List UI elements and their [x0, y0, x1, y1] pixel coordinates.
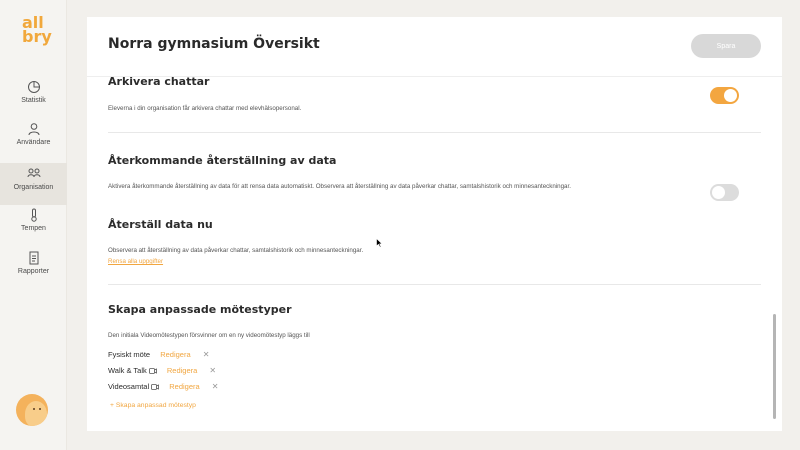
- toggle-knob: [724, 89, 737, 102]
- section-desc-meeting-types: Den initiala Videomötestypen försvinner …: [108, 332, 310, 339]
- section-title-meeting-types: Skapa anpassade mötestyper: [108, 303, 292, 316]
- sidebar-item-label: Användare: [16, 139, 51, 146]
- add-meeting-type-button[interactable]: + Skapa anpassad mötestyp: [110, 402, 196, 409]
- video-camera-icon: [148, 368, 157, 374]
- section-desc-archive: Eleverna i din organisation får arkivera…: [108, 105, 302, 112]
- meeting-type-row: Videosamtal Redigera ✕: [108, 382, 218, 394]
- sidebar-item-tempen[interactable]: Tempen: [0, 208, 67, 250]
- close-icon[interactable]: ✕: [203, 350, 210, 359]
- avatar-eye: [39, 408, 41, 410]
- allbry-logo[interactable]: all bry: [22, 15, 52, 46]
- meeting-type-name: Walk & Talk: [108, 366, 147, 375]
- page-title: Norra gymnasium Översikt: [108, 36, 320, 52]
- close-icon[interactable]: ✕: [209, 366, 216, 375]
- meeting-type-row: Fysiskt möte Redigera ✕: [108, 350, 209, 362]
- meeting-type-row: Walk & Talk Redigera ✕: [108, 366, 216, 378]
- section-desc-recurring-reset: Aktivera återkommande återställning av d…: [108, 183, 571, 190]
- sidebar-item-label: Statistik: [21, 97, 46, 104]
- edit-meeting-type-button[interactable]: Redigera: [169, 382, 199, 391]
- meeting-type-name: Videosamtal: [108, 382, 150, 391]
- page-header: Norra gymnasium Översikt Spara: [87, 17, 782, 77]
- archive-toggle[interactable]: [710, 87, 739, 104]
- section-title-recurring-reset: Återkommande återställning av data: [108, 154, 337, 167]
- toggle-knob: [712, 186, 725, 199]
- divider: [108, 284, 761, 285]
- section-desc-reset-now: Observera att återställning av data påve…: [108, 247, 364, 254]
- settings-content: Arkivera chattar Eleverna i din organisa…: [87, 17, 782, 431]
- close-icon[interactable]: ✕: [212, 382, 219, 391]
- divider: [108, 132, 761, 133]
- main-panel: Arkivera chattar Eleverna i din organisa…: [87, 17, 782, 431]
- pie-chart-icon: [27, 81, 40, 93]
- avatar-face: [25, 401, 47, 426]
- avatar-eye: [33, 408, 35, 410]
- report-icon: [29, 251, 38, 265]
- edit-meeting-type-button[interactable]: Redigera: [160, 350, 190, 359]
- edit-meeting-type-button[interactable]: Redigera: [167, 366, 197, 375]
- sidebar-item-label: Organisation: [13, 184, 54, 191]
- meeting-type-name: Fysiskt möte: [108, 350, 151, 359]
- save-button[interactable]: Spara: [691, 34, 761, 58]
- video-camera-icon: [151, 384, 160, 390]
- logo-line2: bry: [22, 27, 52, 46]
- sidebar-item-label: Rapporter: [17, 268, 50, 275]
- section-title-reset-now: Återställ data nu: [108, 218, 213, 231]
- sidebar-item-statistik[interactable]: Statistik: [0, 80, 67, 122]
- user-icon: [28, 123, 39, 136]
- sidebar: all bry Statistik Användare Organisation…: [0, 0, 67, 450]
- scrollbar[interactable]: [773, 314, 776, 419]
- avatar[interactable]: [16, 394, 48, 426]
- sidebar-item-rapporter[interactable]: Rapporter: [0, 251, 67, 293]
- sidebar-item-anvandare[interactable]: Användare: [0, 122, 67, 164]
- recurring-reset-toggle[interactable]: [710, 184, 739, 201]
- clear-all-data-link[interactable]: Rensa alla uppgifter: [108, 258, 163, 265]
- thermometer-icon: [30, 208, 37, 222]
- organisation-icon: [27, 168, 40, 178]
- sidebar-item-organisation[interactable]: Organisation: [0, 163, 67, 205]
- sidebar-item-label: Tempen: [21, 225, 46, 232]
- mouse-cursor-icon: [376, 238, 383, 248]
